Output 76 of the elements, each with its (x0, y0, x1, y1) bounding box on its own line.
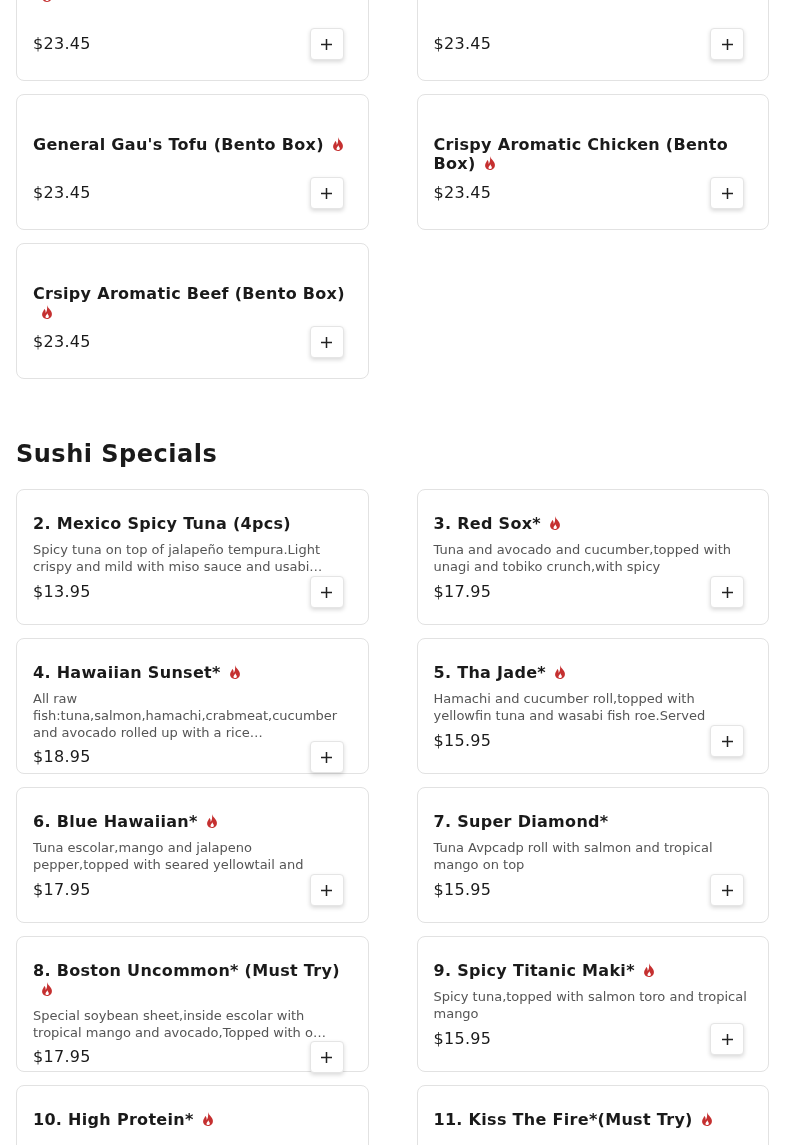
add-button[interactable] (710, 177, 744, 209)
item-name: Crsipy Aromatic Beef (Bento Box) (33, 284, 345, 303)
item-price: $17.95 (33, 879, 91, 901)
item-price: $17.95 (433, 581, 492, 603)
item-description: Tuna and avocado and cucumber,topped with unagi and tobiko crunch,with spicy (433, 541, 732, 575)
item-name: 4. Hawaiian Sunset* (33, 663, 221, 682)
item-name: 6. Blue Hawaiian* (33, 812, 198, 831)
add-button[interactable] (710, 28, 744, 60)
plus-icon (721, 187, 733, 199)
add-button[interactable] (309, 874, 344, 906)
menu-item-card[interactable]: $23.45 (16, 0, 369, 81)
item-name: 11. Kiss The Fire*(Must Try) (433, 1110, 693, 1129)
add-button[interactable] (309, 1041, 344, 1073)
item-price: $17.95 (33, 1046, 91, 1068)
item-name: 3. Red Sox* (433, 514, 541, 533)
item-price: $15.95 (433, 1028, 492, 1050)
menu-item-card[interactable]: General Gau's Tofu (Bento Box) $23.45 (16, 94, 369, 230)
menu-item-card[interactable]: Crispy Aromatic Chicken (Bento Box) $23.45 (416, 94, 769, 230)
item-description: Hamachi and cucumber roll,topped with yellowfin tuna and wasabi fish roe.Served (433, 690, 707, 724)
item-description: Special soybean sheet,inside escolar with tropical mango and avocado,Topped with o… (33, 1007, 327, 1041)
add-button[interactable] (710, 576, 744, 608)
item-price: $23.45 (433, 33, 492, 55)
menu-item-card[interactable]: 10. High Protein* (16, 1085, 369, 1145)
menu-item-card[interactable]: 11. Kiss The Fire*(Must Try) (416, 1085, 769, 1145)
add-button[interactable] (309, 28, 344, 60)
item-price: $23.45 (33, 182, 91, 204)
item-price: $23.45 (33, 331, 91, 353)
item-price: $13.95 (33, 581, 91, 603)
item-name: 8. Boston Uncommon* (Must Try) (33, 961, 340, 980)
item-name: 7. Super Diamond* (433, 812, 609, 831)
item-description: Spicy tuna,topped with salmon toro and tropical mango (433, 988, 748, 1022)
item-description: All raw fish:tuna,salmon,hamachi,crabmeat,cucumber and avocado rolled up with a rice… (33, 690, 339, 741)
menu-item-card[interactable]: 5. Tha Jade* Hamachi and cucumber roll,topped with yellowfin tuna and wasabi fish roe.Served $15.95 (416, 638, 769, 774)
item-description: Spicy tuna on top of jalapeño tempura.Light crispy and mild with miso sauce and usabi… (33, 541, 324, 575)
add-button[interactable] (710, 1023, 744, 1055)
add-button[interactable] (309, 326, 344, 358)
add-button[interactable] (309, 177, 344, 209)
item-name: 9. Spicy Titanic Maki* (433, 961, 635, 980)
item-price: $15.95 (433, 879, 492, 901)
menu-item-card[interactable]: 3. Red Sox* Tuna and avocado and cucumber,topped with unagi and tobiko crunch,with spicy $17.95 (416, 489, 769, 625)
menu-item-card[interactable]: 4. Hawaiian Sunset* All raw fish:tuna,salmon,hamachi,crabmeat,cucumber and avocado rolled up with a rice… $18.95 (16, 638, 369, 774)
section-heading: Sushi Specials (16, 439, 219, 469)
menu-item-card[interactable]: 9. Spicy Titanic Maki* Spicy tuna,topped with salmon toro and tropical mango $15.95 (416, 936, 769, 1072)
plus-icon (321, 38, 332, 50)
item-price: $15.95 (433, 730, 492, 752)
item-name: 5. Tha Jade* (433, 663, 546, 682)
item-price: $23.45 (433, 182, 492, 204)
plus-icon (321, 751, 332, 763)
plus-icon (721, 1033, 733, 1045)
menu-item-card[interactable]: 6. Blue Hawaiian* Tuna escolar,mango and jalapeno pepper,topped with seared yellowtail and $17.95 (16, 787, 369, 923)
item-name: General Gau's Tofu (Bento Box) (33, 135, 324, 154)
plus-icon (321, 586, 332, 598)
plus-icon (321, 187, 332, 199)
menu-item-card[interactable]: Crsipy Aromatic Beef (Bento Box) $23.45 (16, 243, 369, 379)
item-description: Tuna escolar,mango and jalapeno pepper,topped with seared yellowtail and (33, 839, 305, 873)
plus-icon (721, 884, 733, 896)
menu-item-card[interactable]: 8. Boston Uncommon* (Must Try) Special soybean sheet,inside escolar with tropical mango and avocado,Topped with o… $17.95 (16, 936, 369, 1072)
plus-icon (321, 884, 332, 896)
item-price: $18.95 (33, 746, 91, 768)
item-price: $23.45 (33, 33, 91, 55)
menu-item-card[interactable]: 2. Mexico Spicy Tuna (4pcs) Spicy tuna on top of jalapeño tempura.Light crispy and mild with miso sauce and usabi… $13.95 (16, 489, 369, 625)
menu-item-card[interactable]: 7. Super Diamond* Tuna Avpcadp roll with salmon and tropical mango on top $15.95 (416, 787, 769, 923)
add-button[interactable] (710, 725, 744, 757)
add-button[interactable] (309, 741, 344, 773)
item-name: 2. Mexico Spicy Tuna (4pcs) (33, 514, 291, 533)
plus-icon (321, 1051, 332, 1063)
plus-icon (721, 38, 733, 50)
item-name: 10. High Protein* (33, 1110, 194, 1129)
add-button[interactable] (710, 874, 744, 906)
menu-item-card[interactable]: $23.45 (416, 0, 769, 81)
item-name: Crispy Aromatic Chicken (Bento Box) (433, 135, 729, 173)
add-button[interactable] (309, 576, 344, 608)
plus-icon (721, 586, 733, 598)
item-description: Tuna Avpcadp roll with salmon and tropical mango on top (433, 839, 714, 873)
plus-icon (721, 735, 733, 747)
plus-icon (321, 336, 332, 348)
